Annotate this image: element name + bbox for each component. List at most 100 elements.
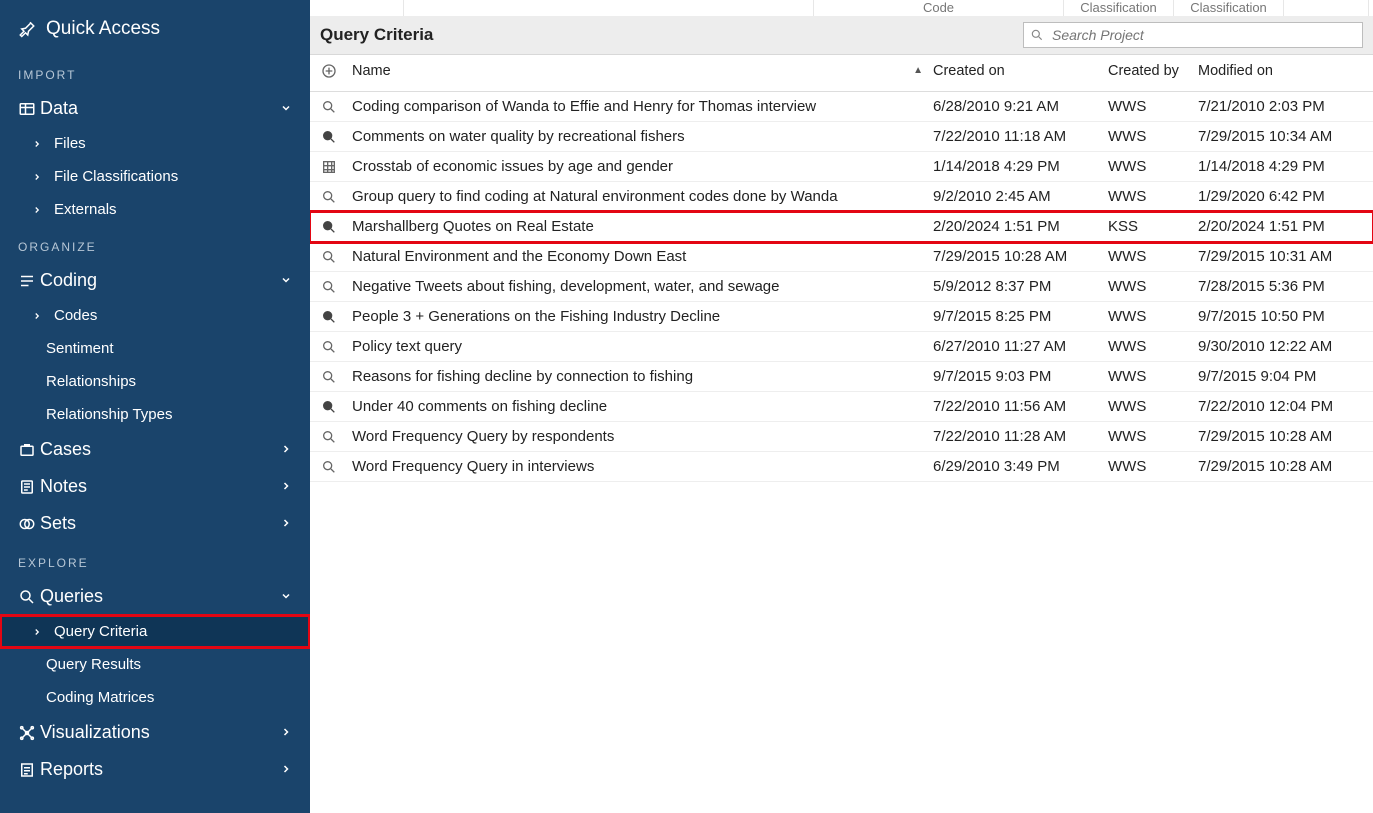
query-created-by: WWS — [1108, 308, 1198, 325]
queries-icon — [18, 588, 36, 606]
notes-icon — [18, 478, 36, 496]
query-modified-on: 7/29/2015 10:31 AM — [1198, 248, 1373, 265]
query-row[interactable]: Under 40 comments on fishing decline 7/22… — [310, 392, 1373, 422]
query-row[interactable]: Natural Environment and the Economy Down… — [310, 242, 1373, 272]
nav-visualizations[interactable]: Visualizations — [0, 714, 310, 751]
query-modified-on: 7/29/2015 10:28 AM — [1198, 428, 1373, 445]
sets-icon — [18, 515, 36, 533]
query-created-on: 7/22/2010 11:28 AM — [933, 428, 1108, 445]
nav-sentiment[interactable]: Sentiment — [0, 332, 310, 365]
query-created-by: WWS — [1108, 278, 1198, 295]
criteria-title: Query Criteria — [320, 25, 433, 45]
query-row[interactable]: Negative Tweets about fishing, developme… — [310, 272, 1373, 302]
chevron-right-icon — [280, 439, 292, 460]
query-created-by: WWS — [1108, 428, 1198, 445]
nav-coding-matrices[interactable]: Coding Matrices — [0, 681, 310, 714]
query-modified-on: 9/7/2015 10:50 PM — [1198, 308, 1373, 325]
nav-files[interactable]: Files — [0, 127, 310, 160]
query-row[interactable]: Marshallberg Quotes on Real Estate2/20/2… — [310, 212, 1373, 242]
query-type-icon — [310, 339, 348, 355]
query-created-by: WWS — [1108, 458, 1198, 475]
main-panel: Code Classification Classification Query… — [310, 0, 1373, 813]
query-type-icon — [310, 429, 348, 445]
query-name: Group query to find coding at Natural en… — [348, 188, 933, 205]
header-expand[interactable] — [310, 63, 348, 83]
nav-relationships[interactable]: Relationships — [0, 365, 310, 398]
query-row[interactable]: Group query to find coding at Natural en… — [310, 182, 1373, 212]
query-type-icon — [310, 249, 348, 265]
query-row[interactable]: Crosstab of economic issues by age and g… — [310, 152, 1373, 182]
query-row[interactable]: Coding comparison of Wanda to Effie and … — [310, 92, 1373, 122]
chevron-down-icon — [280, 270, 292, 291]
chevron-right-icon — [280, 476, 292, 497]
chevron-right-icon — [32, 205, 42, 215]
query-name: Under 40 comments on fishing decline — [348, 398, 933, 415]
query-type-icon — [310, 369, 348, 385]
nav-coding[interactable]: Coding — [0, 262, 310, 299]
query-modified-on: 1/14/2018 4:29 PM — [1198, 158, 1373, 175]
query-row[interactable]: Policy text query6/27/2010 11:27 AMWWS9/… — [310, 332, 1373, 362]
nav-data[interactable]: Data — [0, 90, 310, 127]
plus-circle-icon — [321, 63, 337, 79]
header-name[interactable]: Name▲ — [348, 63, 933, 83]
nav-relationship-types[interactable]: Relationship Types — [0, 398, 310, 431]
ribbon-classification-2: Classification — [1174, 0, 1284, 16]
nav-queries[interactable]: Queries — [0, 578, 310, 615]
header-created-on[interactable]: Created on — [933, 63, 1108, 83]
chevron-down-icon — [280, 98, 292, 119]
chevron-right-icon — [32, 172, 42, 182]
section-organize: ORGANIZE — [0, 226, 310, 262]
query-created-by: WWS — [1108, 248, 1198, 265]
query-row[interactable]: Word Frequency Query by respondents7/22/… — [310, 422, 1373, 452]
nav-codes[interactable]: Codes — [0, 299, 310, 332]
search-input[interactable] — [1052, 27, 1356, 43]
cases-icon — [18, 441, 36, 459]
query-created-on: 9/7/2015 9:03 PM — [933, 368, 1108, 385]
header-modified-on[interactable]: Modified on — [1198, 63, 1373, 83]
pin-icon — [18, 20, 36, 38]
chevron-right-icon — [280, 513, 292, 534]
query-created-on: 1/14/2018 4:29 PM — [933, 158, 1108, 175]
nav-sets[interactable]: Sets — [0, 505, 310, 542]
nav-externals[interactable]: Externals — [0, 193, 310, 226]
query-row[interactable]: Reasons for fishing decline by connectio… — [310, 362, 1373, 392]
query-row[interactable]: Comments on water quality by recreationa… — [310, 122, 1373, 152]
query-row[interactable]: Word Frequency Query in interviews6/29/2… — [310, 452, 1373, 482]
header-created-by[interactable]: Created by — [1108, 63, 1198, 83]
nav-query-results[interactable]: Query Results — [0, 648, 310, 681]
nav-notes[interactable]: Notes — [0, 468, 310, 505]
ribbon-classification: Classification — [1064, 0, 1174, 16]
query-type-icon — [310, 279, 348, 295]
search-project[interactable] — [1023, 22, 1363, 48]
sort-asc-icon: ▲ — [913, 65, 923, 76]
query-created-by: WWS — [1108, 188, 1198, 205]
query-created-by: WWS — [1108, 98, 1198, 115]
query-modified-on: 9/30/2010 12:22 AM — [1198, 338, 1373, 355]
query-modified-on: 7/28/2015 5:36 PM — [1198, 278, 1373, 295]
nav-cases[interactable]: Cases — [0, 431, 310, 468]
section-explore: EXPLORE — [0, 542, 310, 578]
query-name: Natural Environment and the Economy Down… — [348, 248, 933, 265]
query-name: Negative Tweets about fishing, developme… — [348, 278, 933, 295]
query-created-on: 7/22/2010 11:18 AM — [933, 128, 1108, 145]
query-type-icon — [310, 129, 348, 145]
data-icon — [18, 100, 36, 118]
query-modified-on: 7/22/2010 12:04 PM — [1198, 398, 1373, 415]
query-type-icon — [310, 159, 348, 175]
chevron-right-icon — [32, 139, 42, 149]
nav-query-criteria[interactable]: Query Criteria — [0, 615, 310, 648]
query-modified-on: 1/29/2020 6:42 PM — [1198, 188, 1373, 205]
quick-access[interactable]: Quick Access — [0, 8, 310, 54]
chevron-down-icon — [280, 586, 292, 607]
query-created-on: 6/28/2010 9:21 AM — [933, 98, 1108, 115]
query-row[interactable]: People 3 + Generations on the Fishing In… — [310, 302, 1373, 332]
query-name: Marshallberg Quotes on Real Estate — [348, 218, 933, 235]
query-created-on: 9/7/2015 8:25 PM — [933, 308, 1108, 325]
query-created-on: 7/29/2015 10:28 AM — [933, 248, 1108, 265]
query-type-icon — [310, 99, 348, 115]
chevron-right-icon — [280, 759, 292, 780]
query-created-by: WWS — [1108, 158, 1198, 175]
reports-icon — [18, 761, 36, 779]
nav-reports[interactable]: Reports — [0, 751, 310, 788]
nav-file-classifications[interactable]: File Classifications — [0, 160, 310, 193]
